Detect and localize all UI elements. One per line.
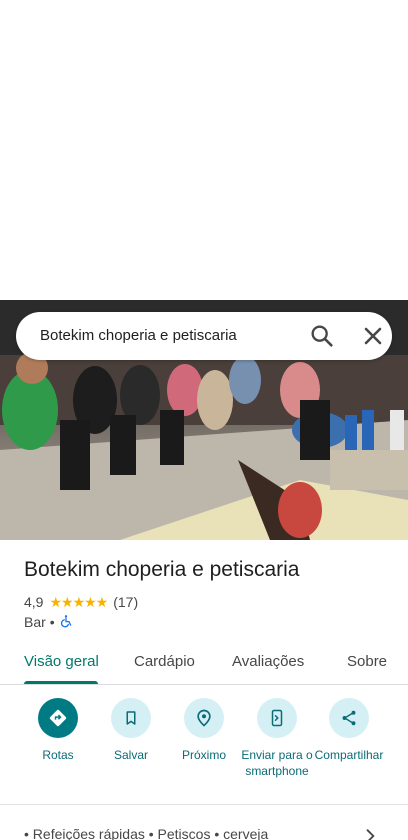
- search-icon[interactable]: [308, 322, 336, 350]
- directions-icon: [38, 698, 78, 738]
- send-to-phone-icon: [257, 698, 297, 738]
- send-to-phone-button[interactable]: Enviar para o smartphone: [237, 698, 317, 779]
- chevron-right-icon[interactable]: [360, 826, 380, 840]
- close-icon[interactable]: [359, 322, 387, 350]
- place-title: Botekim choperia e petiscaria: [24, 558, 300, 581]
- tab-menu[interactable]: Cardápio: [134, 653, 195, 670]
- nearby-button[interactable]: Próximo: [164, 698, 244, 763]
- category-row: Bar •: [24, 613, 73, 631]
- nearby-label: Próximo: [181, 748, 226, 762]
- share-icon: [329, 698, 369, 738]
- nearby-icon: [184, 698, 224, 738]
- share-label: Compartilhar: [314, 748, 384, 762]
- search-query[interactable]: Botekim choperia e petiscaria: [40, 327, 237, 344]
- tab-reviews[interactable]: Avaliações: [232, 653, 304, 670]
- send-to-phone-label: Enviar para o smartphone: [241, 748, 313, 778]
- directions-label: Rotas: [42, 748, 74, 762]
- save-label: Salvar: [113, 748, 148, 762]
- search-bar[interactable]: Botekim choperia e petiscaria: [16, 312, 392, 360]
- rating-row[interactable]: 4,9 ★★★★★ (17): [24, 593, 138, 611]
- place-summary[interactable]: • Refeições rápidas • Petiscos • cerveja: [24, 826, 394, 840]
- rating-value: 4,9: [24, 594, 44, 610]
- tab-about[interactable]: Sobre: [347, 653, 387, 670]
- rating-stars: ★★★★★: [49, 593, 108, 610]
- section-divider: [0, 804, 408, 805]
- separator-dot: •: [49, 614, 55, 630]
- place-tabs: Visão geral Cardápio Avaliações Sobre: [0, 640, 408, 685]
- bookmark-icon: [111, 698, 151, 738]
- category-label: Bar: [24, 614, 46, 630]
- place-page: Botekim choperia e petiscaria Botekim ch…: [0, 0, 408, 840]
- wheelchair-accessible-icon: [59, 614, 73, 631]
- save-button[interactable]: Salvar: [91, 698, 171, 763]
- share-button[interactable]: Compartilhar: [309, 698, 389, 763]
- tab-overview[interactable]: Visão geral: [24, 653, 99, 670]
- directions-button[interactable]: Rotas: [18, 698, 98, 763]
- active-tab-indicator: [24, 681, 98, 684]
- review-count[interactable]: (17): [113, 594, 138, 610]
